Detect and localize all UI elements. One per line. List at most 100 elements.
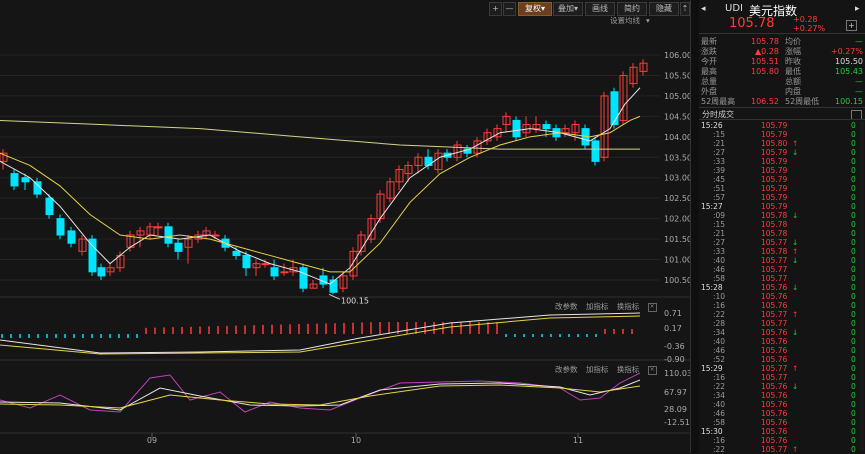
trade-time: :21	[713, 139, 726, 148]
trades-scrollbar[interactable]	[860, 121, 864, 451]
arrow-down-icon: ↓	[792, 256, 799, 265]
trade-row: :21 105.78 0	[699, 229, 859, 238]
macd-indicator-menu[interactable]: 改参数 加指标 换指标 ×	[555, 301, 663, 312]
zoom-out-button[interactable]: —	[503, 2, 516, 16]
hide-button[interactable]: 隐藏	[649, 2, 679, 16]
candle-body	[542, 124, 551, 130]
trade-row: :34 105.76 0	[699, 391, 859, 400]
candle-body	[21, 177, 30, 183]
trade-time: :22	[713, 310, 726, 319]
price-tick-label: 100.50	[664, 276, 690, 285]
trade-volume: 0	[851, 229, 856, 238]
draw-line-button[interactable]: 画线	[585, 2, 615, 16]
trade-time: :40	[713, 400, 726, 409]
trade-time: :33	[713, 247, 726, 256]
quote-panel: ◂ UDI 美元指数 ▸ 105.78 +0.28 +0.27% + 最新 105…	[699, 0, 865, 454]
trade-volume: 0	[851, 400, 856, 409]
trade-row: :45 105.79 0	[699, 175, 859, 184]
trade-row: :15 105.78 0	[699, 220, 859, 229]
arrow-down-icon: ↓	[792, 148, 799, 157]
macd-tick-label: 0.17	[664, 324, 682, 333]
price-tick-label: 101.00	[664, 256, 690, 265]
macd-switch-indicator[interactable]: 换指标	[617, 302, 640, 311]
quote-value: —	[855, 87, 863, 96]
trade-volume: 0	[851, 427, 856, 436]
candle-body	[67, 230, 76, 244]
quote-row: 今开 105.51 昨收 105.50	[699, 57, 865, 67]
price-tick-label: 102.50	[664, 194, 690, 203]
macd-edit-params[interactable]: 改参数	[555, 302, 578, 311]
arrow-up-icon: ↑	[792, 139, 799, 148]
candle-body	[242, 254, 251, 269]
quote-row: 外盘 内盘 —	[699, 87, 865, 97]
trade-price: 105.76	[761, 418, 788, 427]
kline-chart-area[interactable]: 106.00 105.50 105.00 104.50 104.00 103.50 103.…	[0, 0, 690, 453]
trade-row: :57 105.79 0	[699, 193, 859, 202]
trade-time: :27	[713, 148, 726, 157]
trade-price: 105.77	[761, 238, 788, 247]
kdj-indicator-menu[interactable]: 改参数 加指标 换指标 ×	[555, 364, 663, 375]
arrow-up-icon: ↑	[792, 364, 799, 373]
simple-mode-button[interactable]: 简约	[617, 2, 647, 16]
quote-next-icon[interactable]: ▸	[855, 4, 860, 14]
collapse-up-icon[interactable]: ⇡	[680, 2, 690, 16]
trade-price: 105.76	[761, 346, 788, 355]
trade-price: 105.79	[761, 166, 788, 175]
chevron-down-icon: ▾	[646, 16, 650, 25]
trade-time: :21	[713, 229, 726, 238]
quote-label: 52周最高	[701, 97, 736, 106]
kdj-switch-indicator[interactable]: 换指标	[617, 365, 640, 374]
trade-time: :57	[713, 193, 726, 202]
trade-row: :16 105.76 0	[699, 301, 859, 310]
macd-close-icon[interactable]: ×	[647, 302, 657, 312]
overlay-button[interactable]: 叠加▾	[553, 2, 583, 16]
kdj-close-icon[interactable]: ×	[647, 365, 657, 375]
trade-time: 15:27	[701, 202, 723, 211]
quote-prev-icon[interactable]: ◂	[701, 4, 706, 14]
trade-time: :58	[713, 418, 726, 427]
trade-row: 15:27 105.79 0	[699, 202, 859, 211]
kdj-edit-params[interactable]: 改参数	[555, 365, 578, 374]
price-tick-label: 106.00	[664, 51, 690, 60]
zoom-in-button[interactable]: +	[489, 2, 502, 16]
trade-row: :40 105.77 ↓ 0	[699, 256, 859, 265]
trade-price: 105.78	[761, 229, 788, 238]
quote-value: 105.43	[835, 67, 863, 76]
macd-tick-label: 0.71	[664, 309, 682, 318]
quote-label: 总量	[701, 77, 717, 86]
trade-price: 105.76	[761, 337, 788, 346]
kline-chart-svg[interactable]: 106.00 105.50 105.00 104.50 104.00 103.50 103.…	[0, 0, 690, 453]
quote-row: 最高 105.80 最低 105.43	[699, 67, 865, 77]
trade-row: :51 105.79 0	[699, 184, 859, 193]
trade-volume: 0	[851, 346, 856, 355]
trade-row: :21 105.80 ↑ 0	[699, 139, 859, 148]
adjust-button[interactable]: 复权▾	[518, 2, 552, 16]
quote-label: 昨收	[785, 57, 801, 66]
quote-label: 涨幅	[785, 47, 801, 56]
trade-time: :15	[713, 220, 726, 229]
arrow-down-icon: ↓	[792, 328, 799, 337]
price-change-pct: +0.27%	[793, 24, 826, 33]
trade-price: 105.76	[761, 355, 788, 364]
ma-settings-menu[interactable]: 设置均线 ▾	[610, 15, 656, 26]
price-tick-label: 103.00	[664, 174, 690, 183]
trade-price: 105.80	[761, 139, 788, 148]
kdj-add-indicator[interactable]: 加指标	[586, 365, 609, 374]
trade-row: :28 105.77 0	[699, 319, 859, 328]
candle-body	[299, 267, 308, 289]
trade-row: :40 105.76 0	[699, 400, 859, 409]
trade-time: :52	[713, 355, 726, 364]
trade-volume: 0	[851, 409, 856, 418]
quote-label: 最新	[701, 37, 717, 46]
price-tick-label: 105.50	[664, 71, 690, 80]
trade-price: 105.78	[761, 220, 788, 229]
quote-label: 内盘	[785, 87, 801, 96]
trade-volume: 0	[851, 256, 856, 265]
candle-body	[610, 91, 619, 126]
trade-row: :40 105.76 0	[699, 337, 859, 346]
add-watchlist-icon[interactable]: +	[846, 20, 857, 31]
price-tick-label: 101.50	[664, 235, 690, 244]
trade-row: :10 105.76 0	[699, 292, 859, 301]
trade-price: 105.77	[761, 274, 788, 283]
macd-add-indicator[interactable]: 加指标	[586, 302, 609, 311]
